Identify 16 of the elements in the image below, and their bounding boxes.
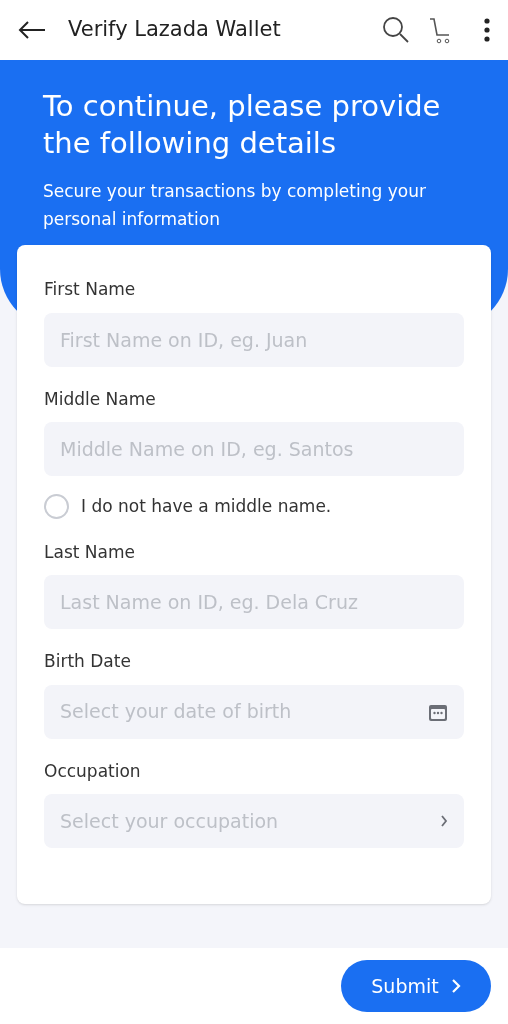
back-arrow-icon[interactable] bbox=[18, 20, 46, 40]
banner-heading: To continue, please provide the following details bbox=[43, 88, 442, 162]
chevron-right-icon bbox=[450, 978, 461, 994]
search-icon[interactable] bbox=[382, 16, 410, 44]
banner-subtitle: Secure your transactions by completing your personal information bbox=[43, 180, 427, 231]
field-label: Occupation bbox=[44, 759, 142, 783]
more-options-icon[interactable] bbox=[484, 18, 490, 42]
chevron-right-icon bbox=[440, 815, 448, 827]
field-label: First Name bbox=[44, 278, 137, 301]
page-title: Verify Lazada Wallet bbox=[68, 16, 282, 44]
submit-button[interactable]: Submit bbox=[341, 960, 491, 1012]
checkbox-label: I do not have a middle name. bbox=[81, 495, 332, 518]
field-label: Middle Name bbox=[44, 387, 157, 411]
field-label: Birth Date bbox=[44, 650, 132, 673]
field-label: Last Name bbox=[44, 540, 136, 564]
checkbox[interactable] bbox=[44, 494, 69, 520]
